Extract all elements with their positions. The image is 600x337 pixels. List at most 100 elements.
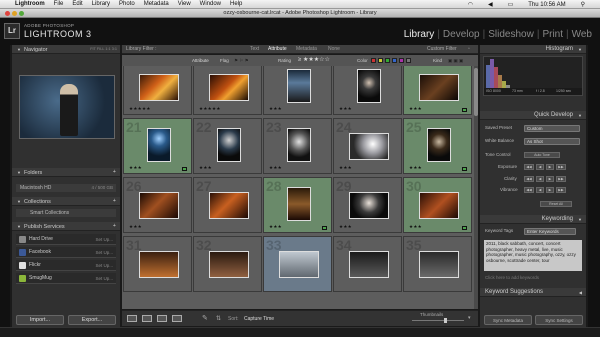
grid-cell[interactable]: ★★★ <box>263 66 332 115</box>
star-rating[interactable]: ★★★ <box>339 106 352 112</box>
star-rating[interactable]: ★★★ <box>409 106 422 112</box>
grid-cell[interactable]: 25 ★★★ <box>403 118 472 174</box>
grid-cell[interactable]: ★★★ <box>403 66 472 115</box>
menu-lightroom[interactable]: Lightroom <box>15 1 45 7</box>
thumbnail-size-slider[interactable] <box>412 320 464 321</box>
grid-view-icon[interactable] <box>127 315 137 322</box>
grid-cell[interactable]: 33 <box>263 236 332 292</box>
publish-flickr[interactable]: Flickr Set Up... <box>16 260 116 271</box>
photo-thumbnail[interactable] <box>138 192 179 219</box>
grid-cell[interactable]: ★★★ <box>333 66 402 115</box>
kind-filter-icons[interactable]: ▣ ▣ ▣ <box>448 55 463 66</box>
photo-thumbnail[interactable] <box>286 128 311 162</box>
grid-cell[interactable]: 27 <box>193 177 262 233</box>
volume-icon[interactable]: ◀ <box>488 1 493 8</box>
star-rating[interactable]: ★★★ <box>269 106 282 112</box>
star-rating[interactable]: ★★★ <box>409 224 422 230</box>
star-rating[interactable]: ★★★ <box>199 165 212 171</box>
exposure-dec[interactable]: ◀ <box>536 164 544 170</box>
white-balance-dropdown[interactable]: As Shot <box>524 138 580 145</box>
close-window-icon[interactable] <box>5 11 10 16</box>
photo-thumbnail[interactable] <box>286 187 311 221</box>
color-none-swatch[interactable] <box>406 58 411 63</box>
battery-icon[interactable]: ▭ <box>508 1 514 8</box>
keyword-tags-dropdown[interactable]: Enter Keywords <box>524 228 576 235</box>
photo-thumbnail[interactable] <box>146 128 171 162</box>
navigator-header[interactable]: ▼ Navigator FIT FILL 1:1 3:1 <box>12 45 120 54</box>
exposure-dec-large[interactable]: ◀◀ <box>524 164 534 170</box>
photo-thumbnail[interactable] <box>418 251 459 278</box>
publish-services-header[interactable]: ▼ Publish Services + <box>12 222 120 231</box>
photo-thumbnail[interactable] <box>278 251 319 278</box>
color-purple-swatch[interactable] <box>399 58 404 63</box>
clarity-dec-large[interactable]: ◀◀ <box>524 176 534 182</box>
exposure-inc[interactable]: ▶ <box>546 164 554 170</box>
flag-filter-icons[interactable]: ⚑ ⚐ ⚑ <box>234 55 249 66</box>
clarity-dec[interactable]: ◀ <box>536 176 544 182</box>
keyword-suggestions-header[interactable]: Keyword Suggestions ◀ <box>480 288 586 297</box>
grid-cell[interactable]: ★★★★★ <box>193 66 262 115</box>
grid-cell[interactable]: 31 <box>123 236 192 292</box>
module-library[interactable]: Library <box>404 29 435 40</box>
publish-hard-drive[interactable]: Hard Drive Set Up... <box>16 234 116 245</box>
photo-thumbnail[interactable] <box>418 192 459 219</box>
color-green-swatch[interactable] <box>385 58 390 63</box>
add-publish-service-icon[interactable]: + <box>113 222 116 231</box>
star-rating[interactable]: ★★★ <box>129 165 142 171</box>
folders-header[interactable]: ▼ Folders + <box>12 168 120 177</box>
zoom-window-icon[interactable] <box>19 11 24 16</box>
module-web[interactable]: Web <box>572 29 592 40</box>
photo-thumbnail[interactable] <box>348 192 389 219</box>
grid-cell[interactable]: 34 <box>333 236 402 292</box>
photo-thumbnail[interactable] <box>348 133 389 160</box>
star-rating[interactable]: ★★★★★ <box>129 106 151 112</box>
star-rating[interactable]: ★★★ <box>269 224 282 230</box>
menu-window[interactable]: Window <box>200 1 221 7</box>
minimize-window-icon[interactable] <box>12 11 17 16</box>
exposure-inc-large[interactable]: ▶▶ <box>556 164 566 170</box>
setup-link[interactable]: Set Up... <box>95 234 113 245</box>
grid-cell[interactable]: 22 ★★★ <box>193 118 262 174</box>
vibrance-inc[interactable]: ▶ <box>546 187 554 193</box>
grid-cell[interactable]: 35 <box>403 236 472 292</box>
clarity-inc[interactable]: ▶ <box>546 176 554 182</box>
smart-collections-item[interactable]: Smart Collections <box>16 209 116 217</box>
sort-direction-icon[interactable]: ⇅ <box>216 315 221 322</box>
grid-cell[interactable]: ★★★★★ <box>123 66 192 115</box>
photo-thumbnail[interactable] <box>348 251 389 278</box>
filter-tab-none[interactable]: None <box>328 45 340 54</box>
star-rating[interactable]: ★★★★★ <box>199 106 221 112</box>
add-keywords-field[interactable]: Click here to add keywords <box>485 274 539 282</box>
publish-facebook[interactable]: Facebook Set Up... <box>16 247 116 258</box>
compare-view-icon[interactable] <box>157 315 167 322</box>
keywords-textarea[interactable]: 2011, black sabbath, concert, concert ph… <box>484 240 582 271</box>
grid-cell[interactable]: 24 ★★★ <box>333 118 402 174</box>
saved-preset-dropdown[interactable]: Custom <box>524 125 580 132</box>
publish-smugmug[interactable]: SmugMug Set Up... <box>16 273 116 284</box>
color-blue-swatch[interactable] <box>392 58 397 63</box>
histogram-header[interactable]: Histogram ▼ <box>480 45 586 54</box>
menu-help[interactable]: Help <box>230 1 242 7</box>
menu-photo[interactable]: Photo <box>119 1 135 7</box>
photo-thumbnail[interactable] <box>138 251 179 278</box>
toolbar-menu-icon[interactable]: ▾ <box>468 315 471 321</box>
lock-icon[interactable]: ▫ <box>468 45 470 54</box>
photo-thumbnail[interactable] <box>286 69 311 103</box>
grid-cell[interactable]: 29 ★★★ <box>333 177 402 233</box>
menu-metadata[interactable]: Metadata <box>144 1 169 7</box>
auto-tone-button[interactable]: Auto Tone <box>524 152 560 158</box>
clock[interactable]: Thu 10:56 AM <box>528 2 565 8</box>
folder-volume[interactable]: Macintosh HD 4 / 500 GB <box>16 184 116 192</box>
grid-cell[interactable]: 23 ★★★ <box>263 118 332 174</box>
module-print[interactable]: Print <box>542 29 563 40</box>
vibrance-inc-large[interactable]: ▶▶ <box>556 187 566 193</box>
setup-link[interactable]: Set Up... <box>95 260 113 271</box>
module-slideshow[interactable]: Slideshow <box>488 29 534 40</box>
import-button[interactable]: Import... <box>16 315 64 325</box>
grid-cell[interactable]: 28 ★★★ <box>263 177 332 233</box>
photo-thumbnail[interactable] <box>418 74 459 101</box>
color-red-swatch[interactable] <box>371 58 376 63</box>
setup-link[interactable]: Set Up... <box>95 247 113 258</box>
thumbnail-size-thumb[interactable] <box>444 318 447 323</box>
grid-cell[interactable]: 26 ★★★ <box>123 177 192 233</box>
